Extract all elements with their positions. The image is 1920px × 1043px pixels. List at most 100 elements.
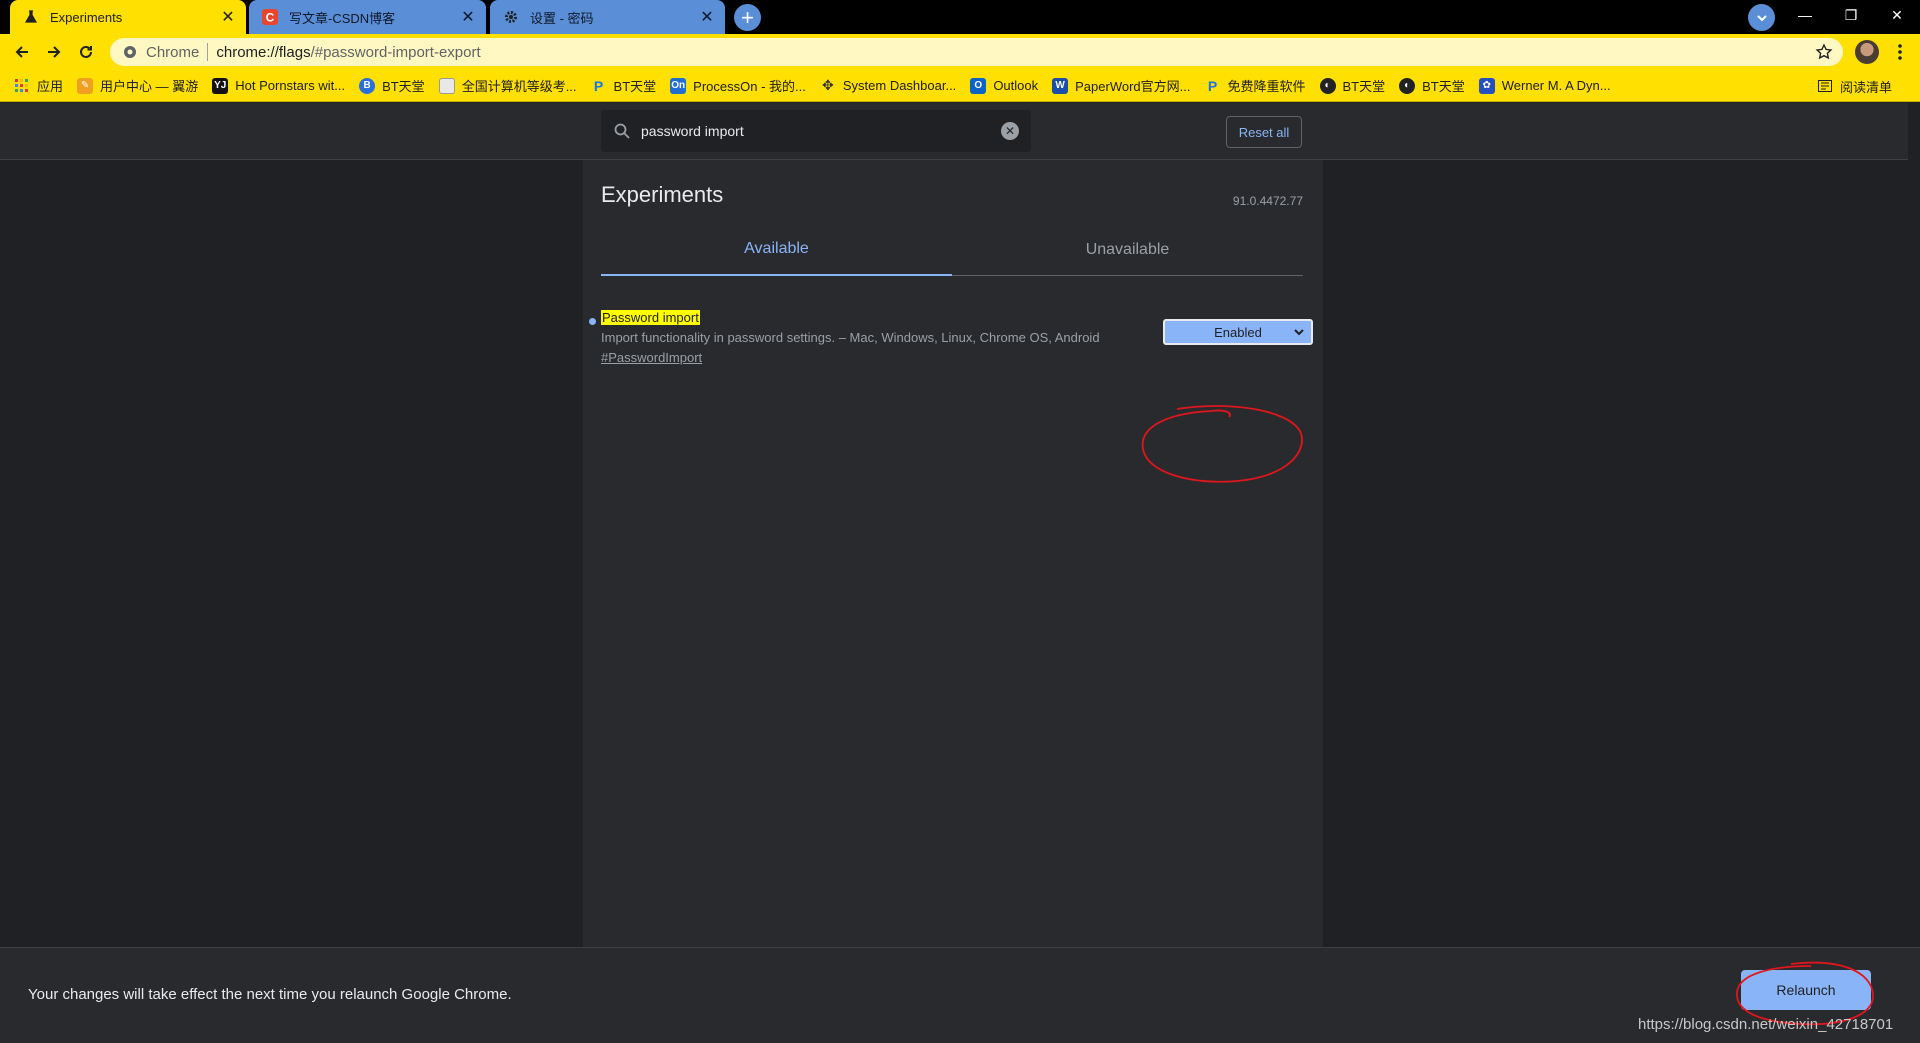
- reading-list-label: 阅读清单: [1839, 79, 1892, 95]
- processon-icon: On: [670, 77, 687, 94]
- paw-icon: ✿: [1478, 77, 1495, 94]
- relaunch-message: Your changes will take effect the next t…: [28, 986, 512, 1003]
- gear-icon: [502, 8, 520, 26]
- relaunch-footer: Your changes will take effect the next t…: [0, 947, 1920, 1043]
- bookmark-item[interactable]: ✿ Werner M. A Dyn...: [1478, 77, 1611, 94]
- bookmark-label: Hot Pornstars wit...: [235, 78, 346, 93]
- tab-available[interactable]: Available: [601, 224, 952, 276]
- bookmark-item[interactable]: YJ Hot Pornstars wit...: [212, 77, 346, 94]
- avatar[interactable]: [1855, 40, 1879, 64]
- bookmark-apps[interactable]: 应用: [14, 76, 63, 95]
- toolbar: Chrome chrome://flags/#password-import-e…: [0, 34, 1920, 70]
- bookmark-item[interactable]: 全国计算机等级考...: [438, 76, 577, 95]
- tab-settings-passwords[interactable]: 设置 - 密码 ✕: [490, 0, 725, 34]
- flags-page: password import ✕ Reset all Experiments …: [0, 103, 1920, 1043]
- security-chip: Chrome: [146, 43, 200, 61]
- search-input[interactable]: password import: [641, 123, 1001, 139]
- paperword-icon: W: [1052, 77, 1069, 94]
- bookmark-label: 用户中心 — 翼游: [100, 79, 199, 94]
- bookmark-label: ProcessOn - 我的...: [693, 79, 806, 94]
- arrow-right-icon: [48, 46, 61, 58]
- bookmark-label: Outlook: [993, 78, 1039, 93]
- bookmark-label: PaperWord官方网...: [1075, 79, 1191, 94]
- bookmark-label: BT天堂: [382, 79, 425, 94]
- version-label: 91.0.4472.77: [1232, 194, 1303, 208]
- bookmark-item[interactable]: ◐ BT天堂: [1399, 76, 1465, 95]
- bookmark-label: BT天堂: [1342, 79, 1386, 94]
- bookmark-label: 应用: [37, 79, 64, 94]
- tab-title: 写文章-CSDN博客: [289, 10, 396, 26]
- tab-title: Experiments: [50, 9, 123, 25]
- flag-state-select[interactable]: Enabled: [1163, 319, 1313, 345]
- bookmark-item[interactable]: B BT天堂: [359, 76, 425, 95]
- forward-button[interactable]: [40, 38, 68, 66]
- select-value: Enabled: [1214, 324, 1262, 340]
- flag-description: Import functionality in password setting…: [601, 330, 1100, 345]
- more-vertical-icon: [1898, 44, 1902, 60]
- bookmark-label: 免费降重软件: [1227, 79, 1306, 94]
- bt-globe-icon: ◐: [1319, 77, 1336, 94]
- bookmark-item[interactable]: ✥ System Dashboar...: [820, 77, 957, 94]
- close-icon[interactable]: ✕: [216, 5, 240, 29]
- csdn-icon: C: [261, 8, 279, 26]
- yj-icon: YJ: [212, 77, 229, 94]
- bookmark-label: BT天堂: [1422, 79, 1465, 94]
- url-host: chrome://flags: [216, 43, 311, 61]
- flags-content: Experiments 91.0.4472.77 Available Unava…: [583, 160, 1323, 950]
- flag-item-password-import: Password import Import functionality in …: [589, 310, 1313, 380]
- bookmark-item[interactable]: P 免费降重软件: [1204, 76, 1306, 95]
- tab-title: 设置 - 密码: [530, 10, 594, 26]
- bookmark-label: 全国计算机等级考...: [461, 79, 577, 94]
- reset-all-button[interactable]: Reset all: [1226, 116, 1302, 148]
- bookmark-item[interactable]: ✎ 用户中心 — 翼游: [77, 76, 198, 95]
- flags-header: password import ✕ Reset all: [0, 103, 1908, 160]
- reload-button[interactable]: [72, 38, 100, 66]
- arrow-left-icon: [15, 46, 28, 58]
- bt-icon: B: [359, 77, 376, 94]
- tab-csdn[interactable]: C 写文章-CSDN博客 ✕: [249, 0, 486, 34]
- divider: [207, 43, 209, 61]
- bookmark-item[interactable]: On ProcessOn - 我的...: [670, 76, 806, 95]
- search-field[interactable]: password import ✕: [601, 110, 1031, 152]
- chrome-icon: [122, 44, 138, 60]
- flask-icon: [22, 8, 40, 26]
- close-icon[interactable]: ✕: [695, 5, 719, 29]
- modified-indicator: [589, 318, 596, 325]
- restore-button[interactable]: ❐: [1828, 0, 1874, 30]
- close-icon[interactable]: ✕: [456, 5, 480, 29]
- tab-strip: Experiments ✕ C 写文章-CSDN博客 ✕ 设置 - 密码 ✕ +…: [0, 0, 1920, 34]
- bookmark-label: System Dashboar...: [842, 78, 957, 93]
- bookmark-item[interactable]: O Outlook: [970, 77, 1039, 94]
- tab-search-button[interactable]: [1748, 4, 1775, 31]
- outlook-icon: O: [970, 77, 987, 94]
- bookmark-icon: ✎: [77, 77, 94, 94]
- chevron-down-icon: [1756, 14, 1767, 21]
- window-close-button[interactable]: ✕: [1874, 0, 1920, 30]
- bookmark-label: Werner M. A Dyn...: [1501, 78, 1611, 93]
- bookmark-label: BT天堂: [613, 79, 657, 94]
- watermark: https://blog.csdn.net/weixin_42718701: [1638, 1016, 1894, 1033]
- clear-search-icon[interactable]: ✕: [1001, 122, 1019, 140]
- menu-button[interactable]: [1890, 38, 1910, 66]
- bookmark-item[interactable]: P BT天堂: [591, 76, 657, 95]
- flag-permalink[interactable]: #PasswordImport: [601, 350, 702, 365]
- reading-list-icon: [1817, 78, 1833, 94]
- tab-experiments[interactable]: Experiments ✕: [10, 0, 246, 34]
- apps-grid-icon: [14, 78, 30, 94]
- new-tab-button[interactable]: +: [734, 4, 761, 31]
- system-icon: ✥: [821, 77, 834, 93]
- bookmarks-bar: 应用 ✎ 用户中心 — 翼游 YJ Hot Pornstars wit... B BT…: [0, 70, 1920, 102]
- star-icon[interactable]: [1815, 43, 1833, 61]
- scrollbar[interactable]: [1908, 103, 1920, 947]
- bookmark-item[interactable]: ◐ BT天堂: [1319, 76, 1386, 95]
- search-icon: [614, 123, 630, 139]
- reading-list-button[interactable]: 阅读清单: [1817, 70, 1892, 102]
- address-bar[interactable]: Chrome chrome://flags/#password-import-e…: [110, 38, 1843, 66]
- tab-unavailable[interactable]: Unavailable: [952, 224, 1303, 275]
- chevron-down-icon: [1294, 329, 1304, 336]
- annotation-circle: [1141, 405, 1303, 483]
- minimize-button[interactable]: —: [1782, 0, 1828, 30]
- bt-globe-icon: ◐: [1399, 77, 1416, 94]
- bookmark-item[interactable]: W PaperWord官方网...: [1052, 76, 1190, 95]
- back-button[interactable]: [8, 38, 36, 66]
